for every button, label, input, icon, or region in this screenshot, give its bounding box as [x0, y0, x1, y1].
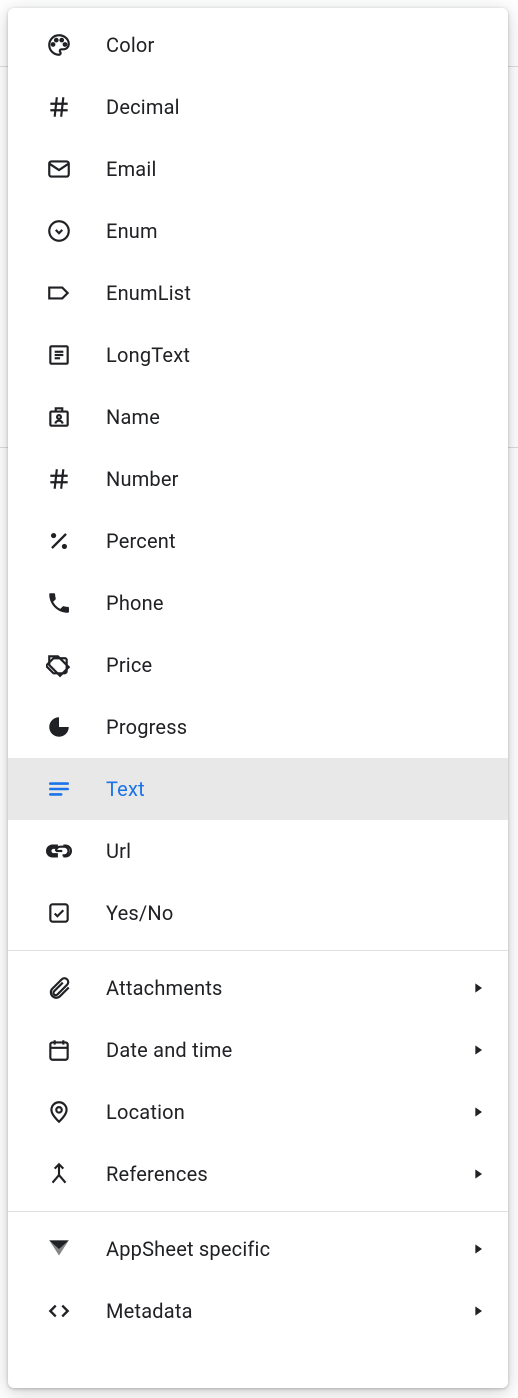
document-lines-icon [46, 342, 72, 368]
type-submenu-attachments[interactable]: Attachments [8, 957, 508, 1019]
type-submenu-label: Metadata [106, 1299, 470, 1323]
type-option-name[interactable]: Name [8, 386, 508, 448]
hash-icon [46, 466, 72, 492]
type-option-label: LongText [106, 343, 486, 367]
type-submenu-label: Location [106, 1100, 470, 1124]
appsheet-icon [46, 1236, 72, 1262]
type-option-label: Phone [106, 591, 486, 615]
type-option-label: Percent [106, 529, 486, 553]
palette-icon [46, 32, 72, 58]
type-option-label: EnumList [106, 281, 486, 305]
type-option-label: Name [106, 405, 486, 429]
type-submenu-appsheet-specific[interactable]: AppSheet specific [8, 1218, 508, 1280]
type-option-label: Url [106, 839, 486, 863]
chevron-right-icon [470, 1241, 486, 1257]
type-group-simple: Color Decimal [8, 8, 508, 950]
chevron-right-icon [470, 1042, 486, 1058]
chevron-right-icon [470, 1104, 486, 1120]
checkbox-icon [46, 900, 72, 926]
link-icon [46, 838, 72, 864]
location-pin-icon [46, 1099, 72, 1125]
mail-icon [46, 156, 72, 182]
type-option-email[interactable]: Email [8, 138, 508, 200]
merge-icon [46, 1161, 72, 1187]
type-option-label: Enum [106, 219, 486, 243]
type-option-longtext[interactable]: LongText [8, 324, 508, 386]
paperclip-icon [46, 975, 72, 1001]
code-icon [46, 1298, 72, 1324]
type-submenu-metadata[interactable]: Metadata [8, 1280, 508, 1342]
type-submenu-date-time[interactable]: Date and time [8, 1019, 508, 1081]
type-option-label: Progress [106, 715, 486, 739]
type-option-color[interactable]: Color [8, 14, 508, 76]
type-option-progress[interactable]: Progress [8, 696, 508, 758]
type-submenu-label: AppSheet specific [106, 1237, 470, 1261]
type-option-url[interactable]: Url [8, 820, 508, 882]
pie-icon [46, 714, 72, 740]
tag-icon [46, 652, 72, 678]
type-picker-menu: Color Decimal [8, 8, 508, 1388]
type-option-label: Price [106, 653, 486, 677]
chevron-right-icon [470, 980, 486, 996]
type-submenu-label: Attachments [106, 976, 470, 1000]
type-option-label: Text [106, 777, 486, 801]
type-option-phone[interactable]: Phone [8, 572, 508, 634]
type-option-decimal[interactable]: Decimal [8, 76, 508, 138]
text-lines-icon [46, 776, 72, 802]
type-option-enumlist[interactable]: EnumList [8, 262, 508, 324]
hash-icon [46, 94, 72, 120]
badge-icon [46, 404, 72, 430]
type-group-submenus-2: AppSheet specific Metadata [8, 1211, 508, 1348]
type-option-label: Email [106, 157, 486, 181]
type-option-label: Color [106, 33, 486, 57]
type-option-label: Yes/No [106, 901, 486, 925]
type-option-label: Decimal [106, 95, 486, 119]
type-option-number[interactable]: Number [8, 448, 508, 510]
percent-icon [46, 528, 72, 554]
chevron-right-icon [470, 1303, 486, 1319]
type-submenu-label: References [106, 1162, 470, 1186]
chevron-right-icon [470, 1166, 486, 1182]
type-submenu-references[interactable]: References [8, 1143, 508, 1205]
type-group-submenus-1: Attachments Date and time [8, 950, 508, 1211]
calendar-icon [46, 1037, 72, 1063]
type-option-text[interactable]: Text [8, 758, 508, 820]
type-option-yesno[interactable]: Yes/No [8, 882, 508, 944]
type-option-percent[interactable]: Percent [8, 510, 508, 572]
type-option-price[interactable]: Price [8, 634, 508, 696]
type-option-label: Number [106, 467, 486, 491]
phone-icon [46, 590, 72, 616]
type-submenu-label: Date and time [106, 1038, 470, 1062]
label-icon [46, 280, 72, 306]
circle-chevron-icon [46, 218, 72, 244]
type-option-enum[interactable]: Enum [8, 200, 508, 262]
type-submenu-location[interactable]: Location [8, 1081, 508, 1143]
